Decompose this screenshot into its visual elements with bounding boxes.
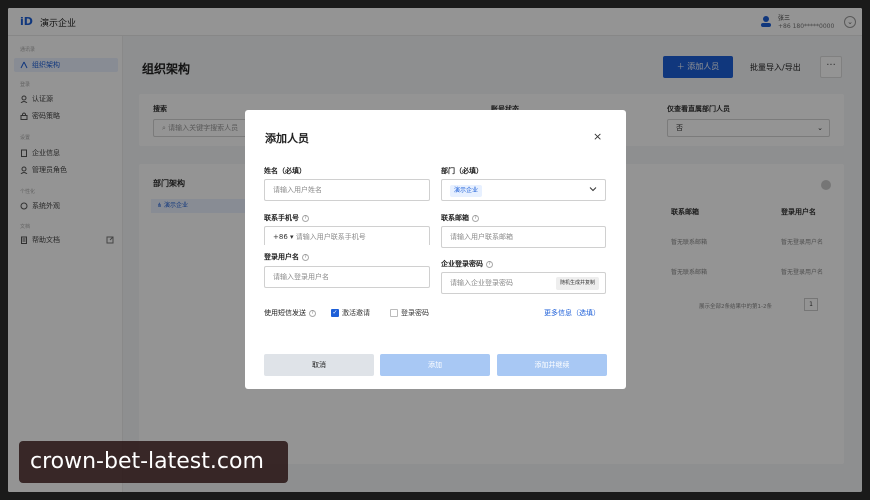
chevron-down-icon: ▾ bbox=[287, 233, 296, 241]
username-input[interactable]: 请输入登录用户名 bbox=[264, 266, 430, 288]
username-label: 登录用户名? bbox=[264, 252, 309, 262]
login-password-label: 登录密码 bbox=[401, 309, 429, 317]
password-label: 企业登录密码? bbox=[441, 259, 493, 269]
help-icon[interactable]: ? bbox=[302, 214, 309, 222]
dialog-title: 添加人员 bbox=[265, 132, 309, 145]
cancel-button[interactable]: 取消 bbox=[264, 354, 374, 376]
add-continue-button[interactable]: 添加并继续 bbox=[497, 354, 607, 376]
login-password-checkbox[interactable]: 登录密码 bbox=[390, 308, 429, 318]
username-highlight: 登录用户名? 请输入登录用户名 bbox=[262, 245, 441, 298]
checkbox-icon bbox=[390, 309, 398, 317]
email-label: 联系邮箱? bbox=[441, 213, 479, 223]
sms-label: 使用短信发送? bbox=[264, 308, 316, 318]
help-icon[interactable]: ? bbox=[302, 253, 309, 261]
close-icon[interactable]: × bbox=[593, 130, 602, 143]
name-input[interactable]: 请输入用户姓名 bbox=[264, 179, 430, 201]
help-icon[interactable]: ? bbox=[486, 260, 493, 268]
phone-placeholder: 请输入用户联系手机号 bbox=[295, 233, 366, 241]
activate-label: 激活邀请 bbox=[342, 309, 370, 317]
password-label-text: 企业登录密码 bbox=[441, 260, 483, 268]
username-label-text: 登录用户名 bbox=[264, 253, 299, 261]
password-input[interactable]: 请输入企业登录密码 随机生成并复制 bbox=[441, 272, 606, 294]
password-placeholder: 请输入企业登录密码 bbox=[450, 279, 513, 287]
add-button[interactable]: 添加 bbox=[380, 354, 490, 376]
checkbox-checked-icon: ✓ bbox=[331, 309, 339, 317]
help-icon[interactable]: ? bbox=[309, 309, 316, 317]
activate-checkbox[interactable]: ✓ 激活邀请 bbox=[331, 308, 370, 318]
email-input[interactable]: 请输入用户联系邮箱 bbox=[441, 226, 606, 248]
more-info-link[interactable]: 更多信息（选填） bbox=[544, 308, 600, 318]
watermark: crown-bet-latest.com bbox=[19, 441, 288, 483]
email-label-text: 联系邮箱 bbox=[441, 214, 469, 222]
phone-label-text: 联系手机号 bbox=[264, 214, 299, 222]
name-label: 姓名（必填） bbox=[264, 167, 306, 175]
phone-label: 联系手机号? bbox=[264, 213, 309, 223]
country-code-select[interactable]: +86 bbox=[273, 233, 288, 241]
sms-label-text: 使用短信发送 bbox=[264, 309, 306, 317]
department-label: 部门（必填） bbox=[441, 167, 483, 175]
app-window: iD 演示企业 张三 +86 180*****0000 ⌄ 通讯录 组织架构 登… bbox=[8, 8, 862, 492]
chevron-down-icon bbox=[589, 187, 597, 192]
generate-copy-button[interactable]: 随机生成并复制 bbox=[555, 277, 599, 290]
department-select[interactable]: 演示企业 bbox=[441, 179, 606, 201]
department-tag: 演示企业 bbox=[450, 185, 483, 197]
help-icon[interactable]: ? bbox=[472, 214, 479, 222]
